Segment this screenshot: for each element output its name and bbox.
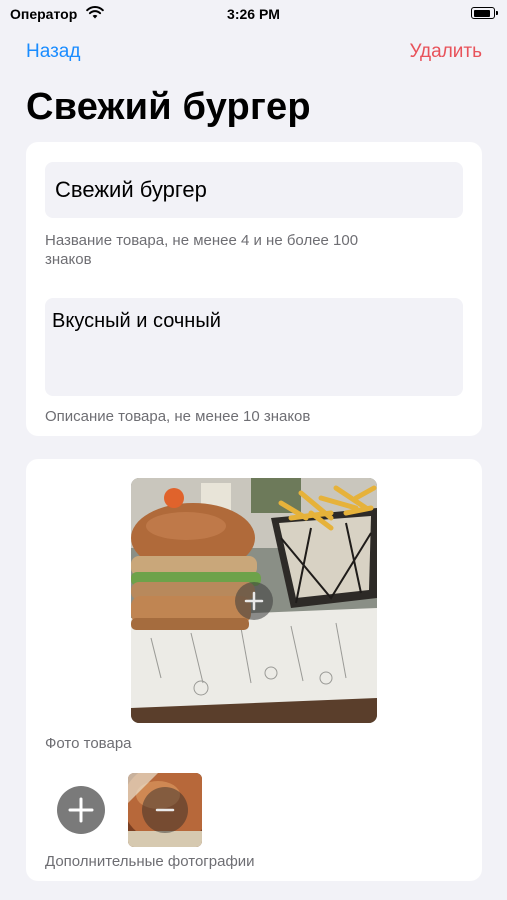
back-button[interactable]: Назад <box>26 41 80 63</box>
delete-button[interactable]: Удалить <box>409 41 482 63</box>
extra-photos-caption: Дополнительные фотографии <box>45 853 255 870</box>
photos-card: Фото товара Дополнительные фотографии <box>26 459 482 881</box>
photo-caption: Фото товара <box>45 735 132 752</box>
status-bar: Оператор 3:26 PM <box>0 0 507 30</box>
description-field[interactable]: Вкусный и сочный <box>45 298 463 396</box>
extra-photo-thumbnail[interactable] <box>128 773 202 847</box>
clock: 3:26 PM <box>227 6 280 22</box>
page-title: Свежий бургер <box>26 86 311 128</box>
battery-icon <box>471 7 498 19</box>
product-photo[interactable] <box>131 478 377 723</box>
description-hint: Описание товара, не менее 10 знаков <box>45 408 311 425</box>
minus-icon <box>155 808 175 812</box>
remove-photo-button[interactable] <box>142 787 188 833</box>
plus-icon <box>68 797 94 823</box>
name-field[interactable]: Свежий бургер <box>45 162 463 218</box>
plus-icon <box>244 591 264 611</box>
battery-level <box>473 9 490 17</box>
name-hint: Название товара, не менее 4 и не более 1… <box>45 232 359 268</box>
add-photo-button[interactable] <box>57 786 105 834</box>
details-card: Свежий бургер Название товара, не менее … <box>26 142 482 436</box>
replace-photo-button[interactable] <box>235 582 273 620</box>
